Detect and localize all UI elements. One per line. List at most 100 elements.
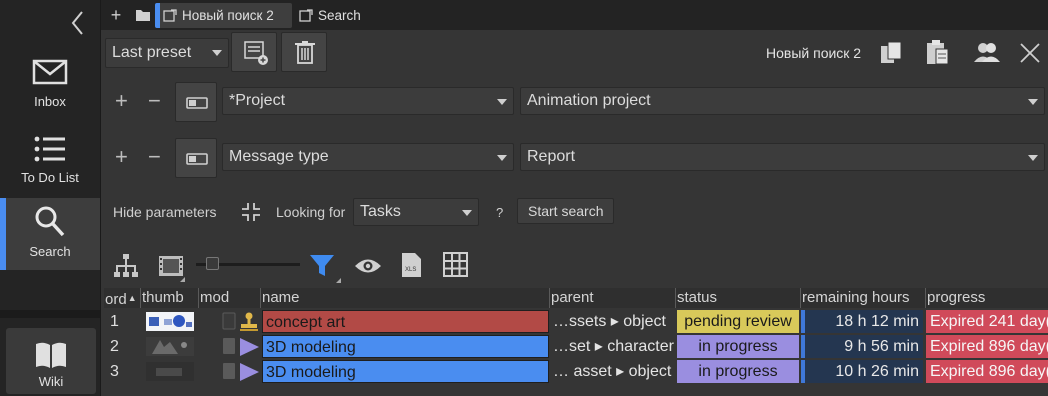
- search-panel: Last preset Новый поиск 2 + − *Project A…: [101, 30, 1048, 396]
- chevron-down-icon: [497, 155, 507, 161]
- add-filter-icon[interactable]: +: [115, 146, 128, 168]
- start-search-button[interactable]: Start search: [517, 198, 615, 224]
- sidebar-item-label: Search: [29, 244, 71, 259]
- filter-field-dropdown[interactable]: *Project: [222, 87, 514, 115]
- tab-search[interactable]: Search: [299, 3, 379, 28]
- row-ord: 2: [110, 338, 119, 355]
- filter-field-value: *Project: [229, 92, 286, 109]
- thumbnail-image[interactable]: [146, 337, 194, 356]
- filter-value: Report: [527, 148, 576, 165]
- status-badge[interactable]: pending review: [677, 310, 799, 333]
- remove-filter-icon[interactable]: −: [148, 90, 161, 112]
- filter-toggle-button[interactable]: [175, 138, 217, 178]
- wiki-label: Wiki: [38, 374, 64, 389]
- search-title: Новый поиск 2: [766, 45, 862, 61]
- task-name[interactable]: 3D modeling: [262, 335, 549, 358]
- status-badge[interactable]: in progress: [677, 360, 799, 383]
- task-name[interactable]: 3D modeling: [262, 360, 549, 383]
- book-icon: [34, 340, 68, 370]
- hide-parameters-link[interactable]: Hide parameters: [113, 204, 217, 220]
- chevron-down-icon: [497, 99, 507, 105]
- svg-text:XLS: XLS: [405, 267, 416, 273]
- file-icon: [222, 337, 236, 355]
- sidebar-item-label: To Do List: [21, 170, 79, 185]
- column-header-thumb[interactable]: thumb: [140, 288, 198, 308]
- hierarchy-icon[interactable]: [113, 253, 139, 284]
- task-name[interactable]: concept art: [262, 310, 549, 333]
- filter-value-dropdown[interactable]: Animation project: [520, 87, 1045, 115]
- thumbnail-image[interactable]: [146, 362, 194, 381]
- tab-bar: + Новый поиск 2 Search: [101, 0, 1048, 30]
- chevron-down-icon: [1028, 155, 1038, 161]
- sidebar: Inbox To Do List Search Wiki: [0, 0, 101, 396]
- eye-icon[interactable]: [354, 257, 382, 280]
- play-icon: [238, 337, 260, 357]
- file-icon: [222, 362, 236, 380]
- filmstrip-icon[interactable]: [158, 255, 186, 288]
- sidebar-divider: [0, 310, 100, 318]
- grid-icon[interactable]: [443, 252, 469, 283]
- help-link[interactable]: ?: [496, 205, 503, 220]
- table-row[interactable]: 1 concept art …ssets ▸ object pending re…: [104, 309, 1048, 334]
- column-header-mod[interactable]: mod: [198, 288, 260, 308]
- folder-icon[interactable]: [133, 5, 153, 25]
- search-icon: [32, 204, 68, 240]
- task-parent: …ssets ▸ object: [553, 313, 666, 330]
- looking-for-label: Looking for: [276, 204, 346, 220]
- filter-value: Animation project: [527, 92, 651, 109]
- sort-asc-icon: ▲: [127, 293, 137, 303]
- stamp-icon: [238, 311, 260, 333]
- delete-preset-button[interactable]: [281, 32, 327, 72]
- trash-icon: [295, 41, 315, 64]
- list-add-icon: [244, 41, 268, 65]
- filter-field-dropdown[interactable]: Message type: [222, 143, 514, 171]
- save-preset-button[interactable]: [231, 32, 277, 72]
- popout-icon: [163, 5, 177, 22]
- progress-value: Expired 896 day(: [926, 360, 1048, 383]
- row-ord: 1: [110, 313, 119, 330]
- column-header-status[interactable]: status: [675, 288, 800, 308]
- tab-label: Новый поиск 2: [182, 8, 274, 23]
- chevron-down-icon: [462, 210, 472, 216]
- looking-for-dropdown[interactable]: Tasks: [353, 198, 479, 226]
- thumbnail-size-slider[interactable]: [196, 256, 300, 272]
- table-row[interactable]: 3 3D modeling … asset ▸ object in progre…: [104, 359, 1048, 384]
- sidebar-item-todo[interactable]: To Do List: [0, 124, 100, 196]
- export-xls-icon[interactable]: XLS: [401, 252, 423, 283]
- back-chevron-icon[interactable]: [66, 8, 90, 38]
- collapse-icon[interactable]: [240, 201, 262, 228]
- looking-for-value: Tasks: [360, 203, 401, 220]
- play-icon: [238, 362, 260, 382]
- sidebar-item-search[interactable]: Search: [0, 198, 100, 270]
- sidebar-item-inbox[interactable]: Inbox: [0, 48, 100, 120]
- mail-icon: [32, 54, 68, 90]
- column-header-name[interactable]: name: [260, 288, 549, 308]
- table-row[interactable]: 2 3D modeling …set ▸ character in progre…: [104, 334, 1048, 359]
- remaining-hours: 18 h 12 min: [801, 310, 923, 333]
- column-header-ord[interactable]: ord▲: [104, 288, 140, 308]
- users-icon[interactable]: [973, 40, 1001, 69]
- preset-dropdown[interactable]: Last preset: [105, 38, 229, 68]
- filter-funnel-icon[interactable]: [308, 252, 342, 289]
- status-badge[interactable]: in progress: [677, 335, 799, 358]
- filter-value-dropdown[interactable]: Report: [520, 143, 1045, 171]
- column-header-parent[interactable]: parent: [549, 288, 675, 308]
- remove-filter-icon[interactable]: −: [148, 146, 161, 168]
- add-filter-icon[interactable]: +: [115, 90, 128, 112]
- task-parent: … asset ▸ object: [553, 363, 672, 380]
- filter-toggle-button[interactable]: [175, 82, 217, 122]
- clipboard-icon[interactable]: [924, 39, 950, 72]
- row-ord: 3: [110, 363, 119, 380]
- popout-icon: [299, 5, 313, 22]
- copy-icon[interactable]: [879, 40, 905, 71]
- thumbnail-image[interactable]: [146, 312, 194, 331]
- table-header: ord▲ thumb mod name parent status remain…: [104, 288, 1048, 308]
- wiki-button[interactable]: Wiki: [6, 328, 96, 394]
- chevron-down-icon: [212, 50, 222, 56]
- column-header-remaining-hours[interactable]: remaining hours: [800, 288, 925, 308]
- tab-new-search-2[interactable]: Новый поиск 2: [155, 3, 292, 28]
- column-header-progress[interactable]: progress: [925, 288, 1048, 308]
- close-icon[interactable]: [1019, 42, 1041, 69]
- add-tab-icon[interactable]: +: [106, 5, 126, 25]
- progress-value: Expired 896 day(: [926, 335, 1048, 358]
